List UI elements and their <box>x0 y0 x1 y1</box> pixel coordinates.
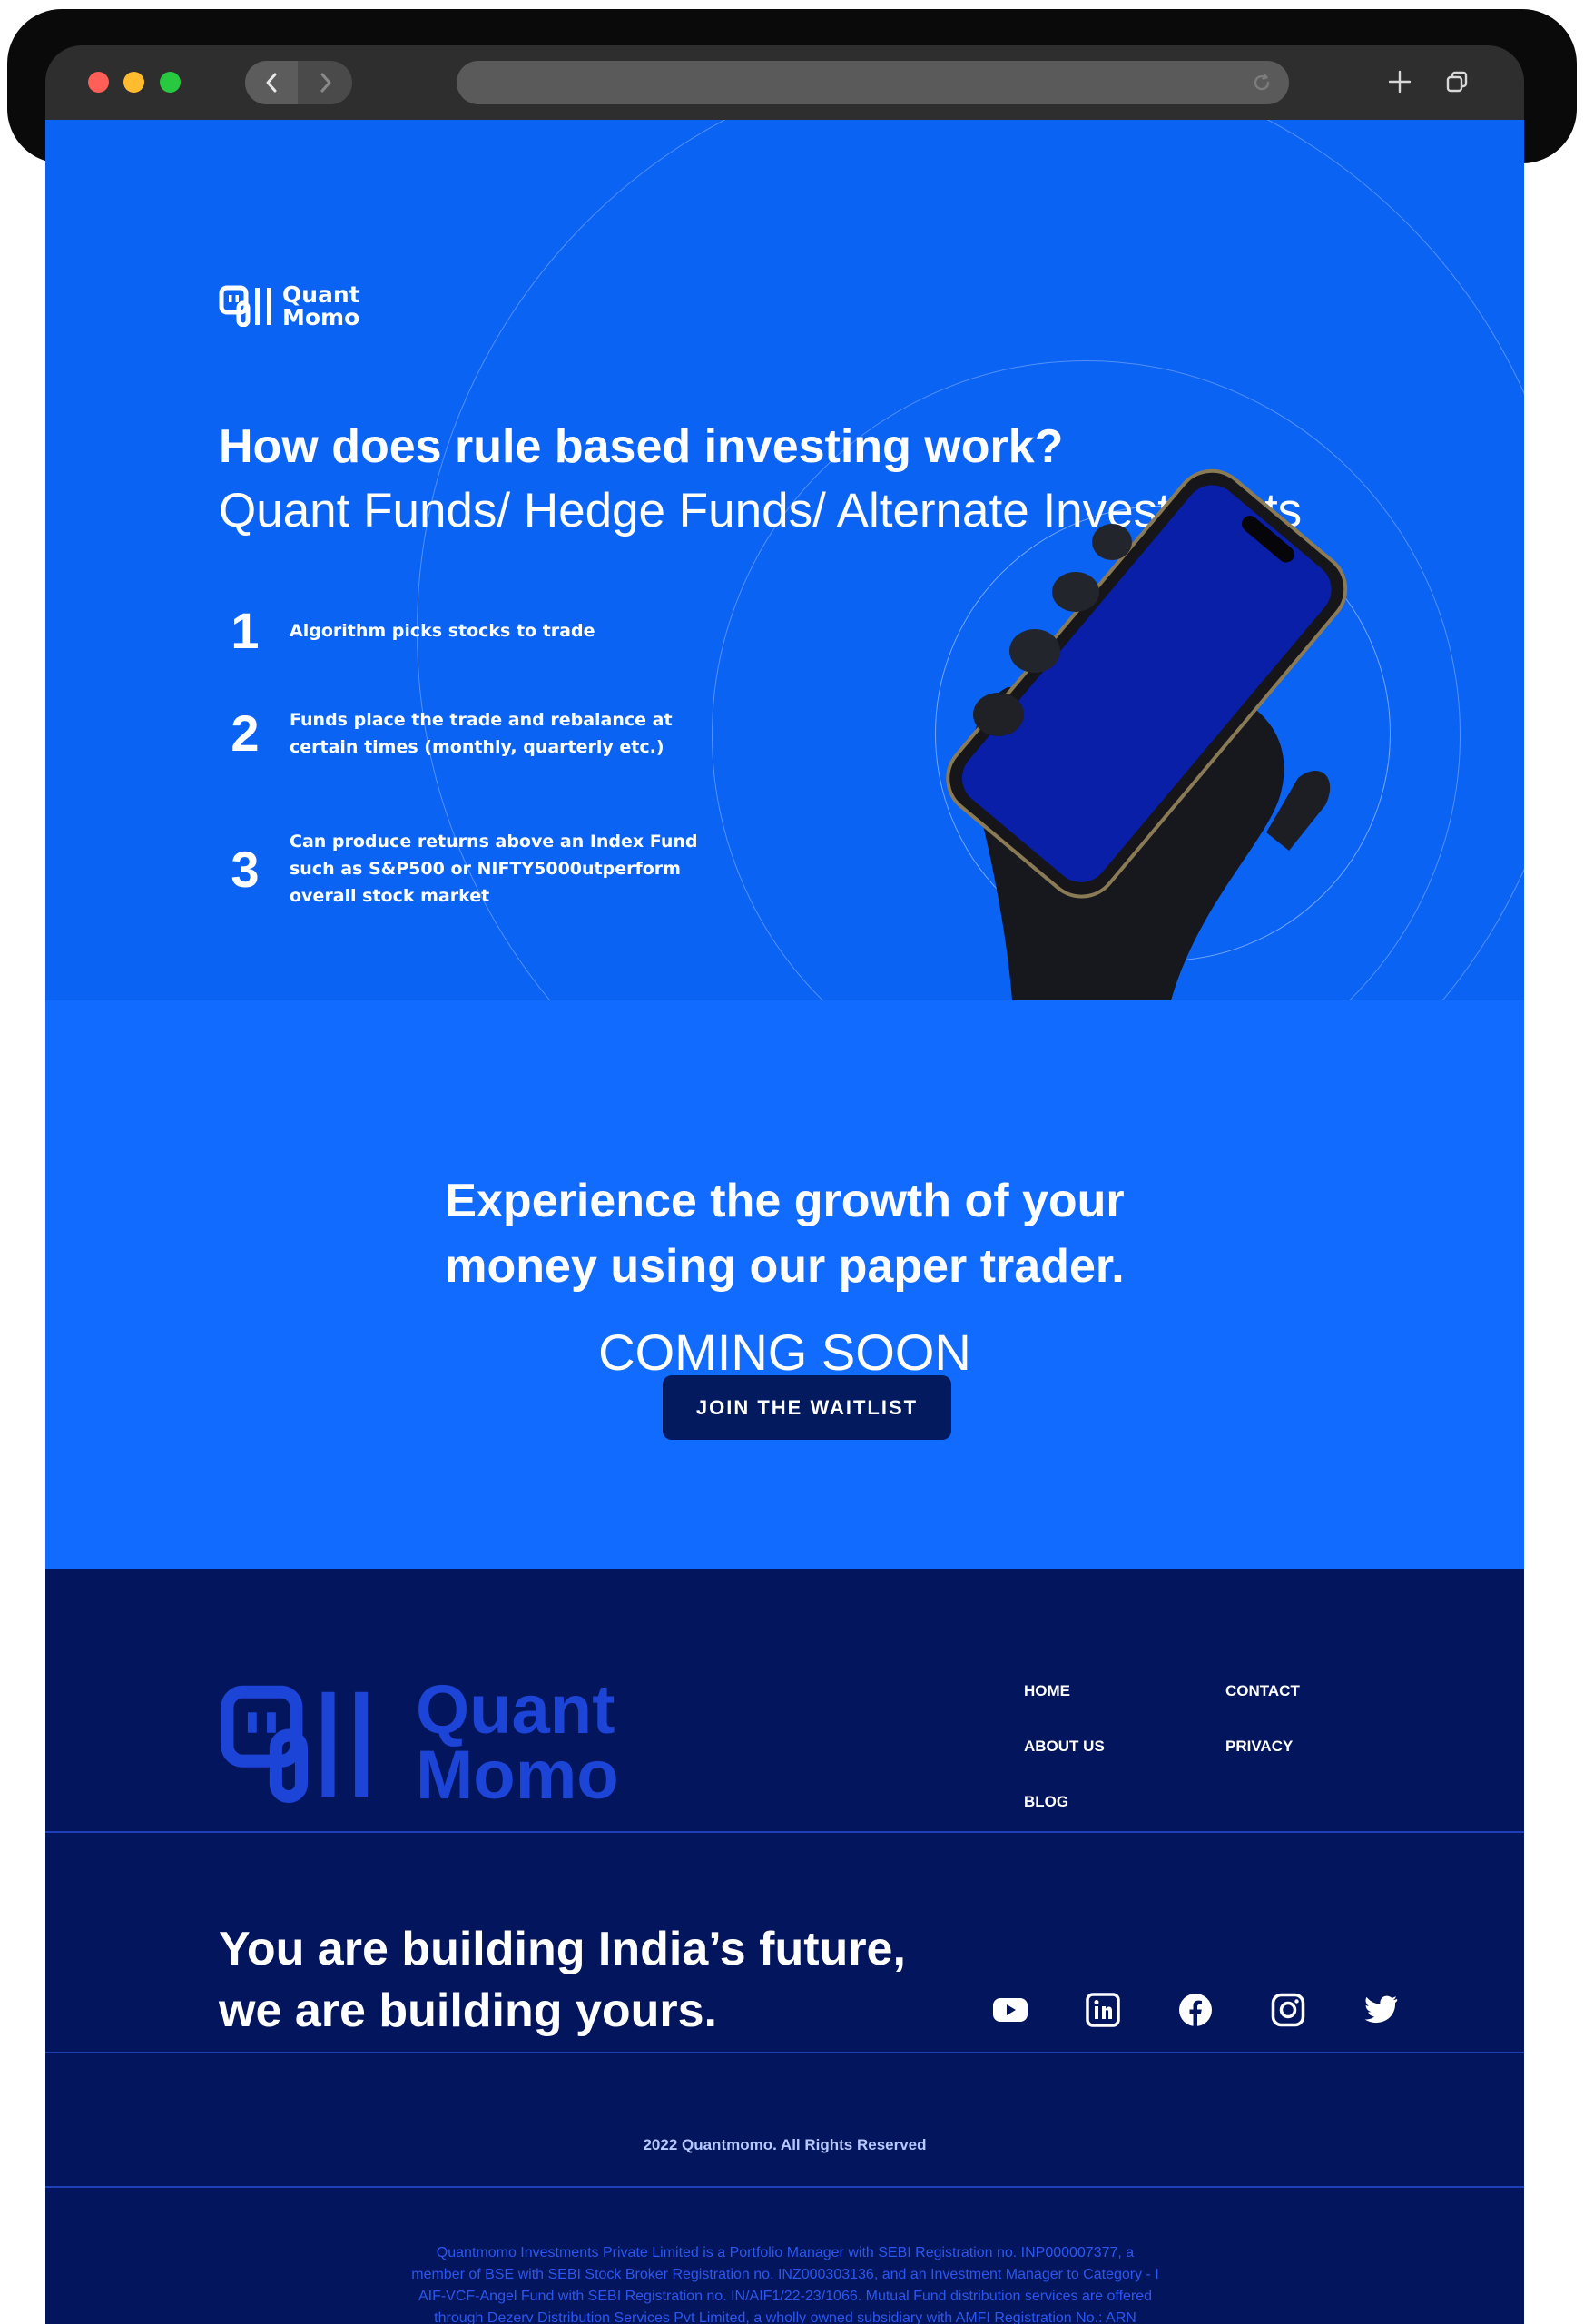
tagline-line1: You are building India’s future, <box>219 1923 906 1975</box>
address-bar[interactable] <box>457 61 1289 104</box>
twitter-icon <box>1364 1995 1398 2024</box>
footer-logo[interactable]: Quant Momo <box>220 1671 619 1814</box>
instagram-icon <box>1271 1993 1305 2027</box>
back-button[interactable] <box>245 61 298 104</box>
reload-icon[interactable] <box>1251 72 1273 94</box>
brand-logo[interactable]: Quant Momo <box>219 283 360 329</box>
linkedin-link[interactable] <box>1084 1991 1122 2029</box>
footer-divider <box>45 1831 1524 1833</box>
plus-icon <box>1388 70 1412 94</box>
hero-section: Quant Momo How does rule based investing… <box>45 120 1524 1000</box>
footer-nav-privacy[interactable]: PRIVACY <box>1225 1738 1293 1756</box>
chevron-right-icon <box>320 73 331 93</box>
cta-title: Experience the growth of your money usin… <box>45 1168 1524 1299</box>
step-number: 2 <box>231 704 260 762</box>
footer-nav-blog[interactable]: BLOG <box>1024 1793 1068 1811</box>
footer-logo-line2: Momo <box>416 1737 619 1814</box>
phone-in-hand-illustration <box>946 468 1348 1000</box>
logo-text-line2: Momo <box>282 304 360 330</box>
maximize-window-button[interactable] <box>160 72 181 93</box>
regulatory-disclaimer: Quantmomo Investments Private Limited is… <box>411 2245 1159 2324</box>
coming-soon-label: COMING SOON <box>598 1324 971 1381</box>
step-item: 3 Can produce returns above an Index Fun… <box>219 828 698 910</box>
history-nav <box>245 61 352 104</box>
new-tab-button[interactable] <box>1383 65 1416 98</box>
logo-text-line1: Quant <box>282 281 360 308</box>
youtube-icon <box>993 1998 1028 2022</box>
copyright-text: 2022 Quantmomo. All Rights Reserved <box>643 2136 927 2153</box>
close-window-button[interactable] <box>88 72 109 93</box>
browser-toolbar <box>45 45 1524 120</box>
footer-nav-about[interactable]: ABOUT US <box>1024 1738 1105 1756</box>
facebook-link[interactable] <box>1176 1991 1215 2029</box>
footer-divider <box>45 2186 1524 2188</box>
step-item: 1 Algorithm picks stocks to trade <box>219 601 698 660</box>
youtube-link[interactable] <box>991 1991 1029 2029</box>
footer-nav-contact[interactable]: CONTACT <box>1225 1682 1300 1700</box>
forward-button[interactable] <box>300 61 352 104</box>
cta-title-line2: money using our paper trader. <box>445 1240 1125 1293</box>
footer-tagline: You are building India’s future, we are … <box>219 1918 906 2042</box>
instagram-link[interactable] <box>1269 1991 1307 2029</box>
step-text: Algorithm picks stocks to trade <box>290 620 595 641</box>
step-item: 2 Funds place the trade and rebalance at… <box>219 704 698 763</box>
join-waitlist-button[interactable]: JOIN THE WAITLIST <box>663 1375 951 1440</box>
chevron-left-icon <box>266 73 277 93</box>
footer-divider <box>45 2052 1524 2053</box>
step-number: 1 <box>231 602 260 659</box>
tagline-line2: we are building yours. <box>219 1984 717 2037</box>
linkedin-icon <box>1086 1993 1120 2027</box>
cta-title-line1: Experience the growth of your <box>445 1175 1125 1227</box>
tab-overview-button[interactable] <box>1441 65 1473 98</box>
step-text: Funds place the trade and rebalance at c… <box>290 709 673 757</box>
footer-nav-home[interactable]: HOME <box>1024 1682 1070 1700</box>
facebook-icon <box>1179 1994 1212 2026</box>
quantmomo-logo-icon <box>219 285 271 327</box>
browser-window: Quant Momo How does rule based investing… <box>45 45 1524 2324</box>
site-footer: Quant Momo HOME ABOUT US BLOG CONTACT PR… <box>45 1569 1524 2324</box>
quantmomo-logo-icon <box>221 1685 369 1804</box>
footer-logo-line1: Quant <box>416 1671 615 1748</box>
paper-trader-section: Experience the growth of your money usin… <box>45 1000 1524 1569</box>
step-number: 3 <box>231 840 260 898</box>
step-text: Can produce returns above an Index Fund … <box>290 832 698 906</box>
minimize-window-button[interactable] <box>123 72 144 93</box>
tabs-icon <box>1446 71 1468 93</box>
twitter-link[interactable] <box>1362 1991 1400 2029</box>
